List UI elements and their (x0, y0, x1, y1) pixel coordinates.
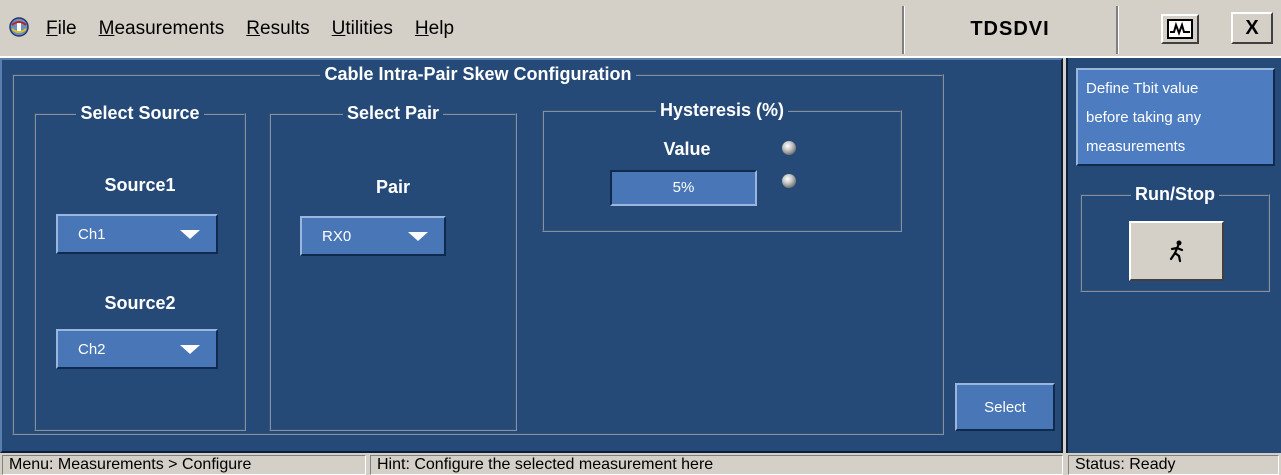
status-bar: Menu: Measurements > Configure Hint: Con… (0, 453, 1281, 475)
tbit-notice: Define Tbit value before taking any meas… (1076, 68, 1275, 166)
source1-label: Source1 (104, 175, 176, 195)
dropdown-arrow-icon (180, 344, 200, 354)
hysteresis-title: Hysteresis (%) (659, 100, 785, 120)
app-title: TDSDVI (970, 17, 1050, 40)
menu-measurements[interactable]: Measurements (99, 18, 225, 40)
config-panel: Cable Intra-Pair Skew Configuration Sele… (0, 58, 1063, 453)
config-title: Cable Intra-Pair Skew Configuration (324, 64, 632, 84)
close-button[interactable]: X (1231, 12, 1273, 44)
run-stop-title: Run/Stop (1135, 184, 1215, 204)
hysteresis-value-label: Value (663, 139, 711, 159)
select-button[interactable]: Select (955, 383, 1055, 431)
select-pair-title: Select Pair (346, 103, 440, 123)
source1-value: Ch1 (78, 225, 106, 243)
hysteresis-group: Hysteresis (%) (542, 100, 902, 232)
select-pair-group: Select Pair (269, 103, 517, 431)
status-ready: Status: Ready (1068, 455, 1279, 475)
source2-label: Source2 (104, 293, 176, 313)
menu: File Measurements Results Utilities Help (46, 18, 454, 40)
select-source-group: Select Source (34, 103, 246, 431)
dropdown-arrow-icon (180, 229, 200, 239)
menu-help[interactable]: Help (415, 18, 454, 40)
run-figure-icon (1169, 240, 1183, 263)
source2-value: Ch2 (78, 340, 106, 358)
hysteresis-value-field[interactable]: 5% (610, 170, 757, 206)
pair-value: RX0 (322, 227, 352, 245)
pair-label: Pair (375, 177, 411, 197)
source2-dropdown[interactable]: Ch2 (56, 329, 218, 369)
pair-dropdown[interactable]: RX0 (300, 216, 446, 256)
status-menu-path: Menu: Measurements > Configure (2, 455, 366, 475)
source1-dropdown[interactable]: Ch1 (56, 214, 218, 254)
scope-icon (1167, 19, 1193, 39)
run-stop-button[interactable] (1129, 221, 1224, 281)
knob-icon[interactable] (782, 174, 796, 188)
status-hint: Hint: Configure the selected measurement… (370, 455, 1063, 475)
menu-bar: File Measurements Results Utilities Help… (0, 0, 1281, 58)
menu-utilities[interactable]: Utilities (332, 18, 393, 40)
select-source-title: Select Source (80, 103, 200, 123)
scope-button[interactable] (1161, 14, 1199, 44)
dropdown-arrow-icon (408, 231, 428, 241)
app-icon[interactable] (8, 16, 30, 38)
menu-file[interactable]: File (46, 18, 77, 40)
close-icon: X (1245, 16, 1259, 39)
knob-icon[interactable] (782, 141, 796, 155)
menu-divider (1116, 6, 1119, 54)
menu-results[interactable]: Results (246, 18, 309, 40)
